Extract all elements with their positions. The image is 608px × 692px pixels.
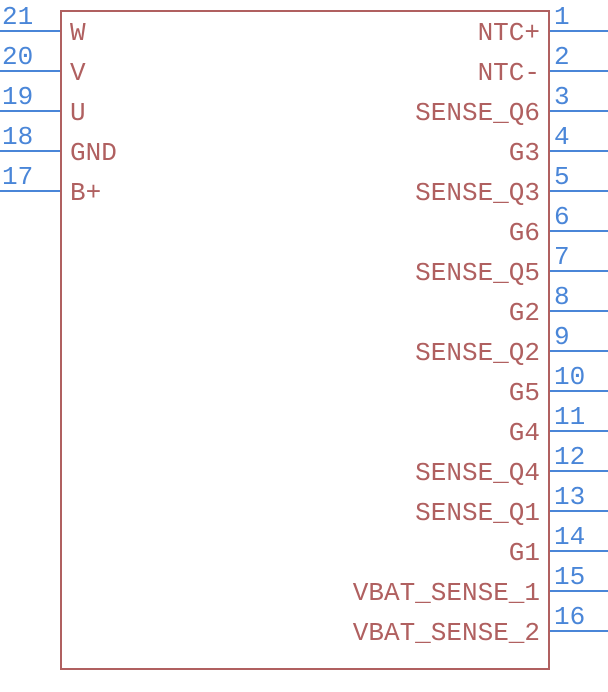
pin-label-left: GND xyxy=(70,140,117,166)
pin-number: 3 xyxy=(554,84,570,110)
pin-label-right: SENSE_Q5 xyxy=(415,260,540,286)
pin-number: 11 xyxy=(554,404,585,430)
pin-label-right: G5 xyxy=(509,380,540,406)
pin-number: 9 xyxy=(554,324,570,350)
pin-number: 1 xyxy=(554,4,570,30)
pin-number: 2 xyxy=(554,44,570,70)
pin-label-right: G6 xyxy=(509,220,540,246)
pin-number: 7 xyxy=(554,244,570,270)
pin-label-right: G4 xyxy=(509,420,540,446)
pin-number: 17 xyxy=(2,164,33,190)
pin-label-right: SENSE_Q1 xyxy=(415,500,540,526)
pin-label-left: B+ xyxy=(70,180,101,206)
pin-label-right: G1 xyxy=(509,540,540,566)
pin-number: 21 xyxy=(2,4,33,30)
pin-label-right: VBAT_SENSE_2 xyxy=(353,620,540,646)
pin-label-right: VBAT_SENSE_1 xyxy=(353,580,540,606)
pin-label-right: G2 xyxy=(509,300,540,326)
pin-label-right: SENSE_Q3 xyxy=(415,180,540,206)
pin-number: 15 xyxy=(554,564,585,590)
pin-label-left: U xyxy=(70,100,86,126)
pin-number: 6 xyxy=(554,204,570,230)
pin-number: 18 xyxy=(2,124,33,150)
pin-label-right: NTC+ xyxy=(478,20,540,46)
pin-number: 12 xyxy=(554,444,585,470)
pin-label-right: NTC- xyxy=(478,60,540,86)
pin-label-right: SENSE_Q2 xyxy=(415,340,540,366)
pin-number: 13 xyxy=(554,484,585,510)
pin-number: 4 xyxy=(554,124,570,150)
pin-number: 16 xyxy=(554,604,585,630)
pin-number: 5 xyxy=(554,164,570,190)
pin-number: 10 xyxy=(554,364,585,390)
schematic-symbol: 21 W 20 V 19 U 18 GND 17 B+ 1 NTC+ 2 NTC- 3 SENSE_Q6 4 G3… xyxy=(0,0,608,692)
pin-label-left: V xyxy=(70,60,86,86)
pin-label-right: SENSE_Q6 xyxy=(415,100,540,126)
pin-number: 19 xyxy=(2,84,33,110)
pin-label-right: SENSE_Q4 xyxy=(415,460,540,486)
pin-label-left: W xyxy=(70,20,86,46)
pin-number: 20 xyxy=(2,44,33,70)
pin-number: 8 xyxy=(554,284,570,310)
pin-number: 14 xyxy=(554,524,585,550)
pin-label-right: G3 xyxy=(509,140,540,166)
